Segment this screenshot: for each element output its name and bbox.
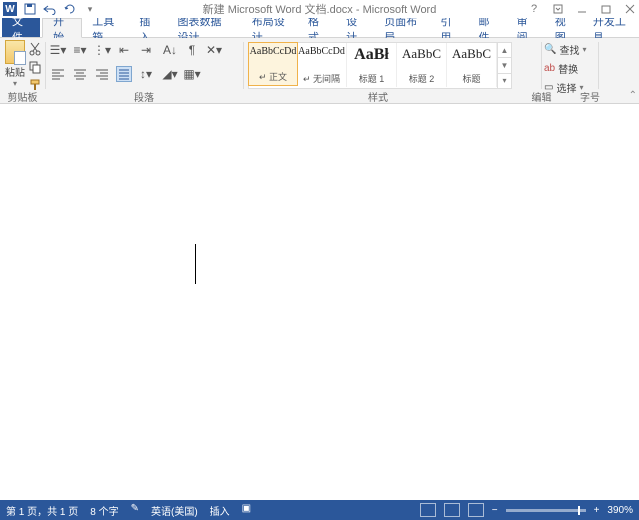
paste-label: 粘贴 [5, 64, 25, 79]
zoom-level[interactable]: 390% [607, 505, 633, 516]
tab-toolbox[interactable]: 工具箱 [82, 18, 129, 37]
asian-layout-icon[interactable]: ✕▾ [206, 42, 222, 58]
tab-design[interactable]: 设计 [336, 18, 374, 37]
align-left-icon[interactable] [50, 66, 66, 82]
paste-button[interactable]: 粘贴 ▾ [2, 40, 28, 89]
spell-check-icon[interactable]: ✎ [131, 503, 139, 518]
redo-icon[interactable] [63, 2, 77, 16]
macro-icon[interactable]: ▣ [242, 503, 251, 518]
multilevel-icon[interactable]: ⋮▾ [94, 42, 110, 58]
borders-icon[interactable]: ▦▾ [184, 66, 200, 82]
sort-icon[interactable]: A↓ [162, 42, 178, 58]
find-icon: 🔍 [544, 44, 556, 55]
increase-indent-icon[interactable]: ⇥ [138, 42, 154, 58]
document-area[interactable] [0, 104, 639, 500]
replace-button[interactable]: ab替换 [544, 59, 596, 78]
style-no-spacing[interactable]: AaBbCcDd ↵ 无间隔 [297, 43, 347, 87]
text-cursor [195, 244, 196, 284]
more-icon: ▾ [498, 73, 511, 88]
tab-chart-design[interactable]: 图表数据设计 [167, 18, 241, 37]
replace-icon: ab [544, 63, 555, 74]
maximize-icon[interactable] [599, 2, 613, 16]
style-gallery-scroll[interactable]: ▲▼▾ [497, 43, 511, 88]
tab-references[interactable]: 引用 [430, 18, 468, 37]
tab-page-layout[interactable]: 页面布局 [374, 18, 430, 37]
close-icon[interactable] [623, 2, 637, 16]
zoom-in-icon[interactable]: + [594, 505, 600, 516]
collapse-ribbon-icon[interactable]: ⌃ [629, 90, 637, 101]
style-gallery: AaBbCcDd ↵ 正文 AaBbCcDd ↵ 无间隔 AaBł 标题 1 A… [248, 42, 512, 89]
page-indicator[interactable]: 第 1 页，共 1 页 [6, 503, 78, 518]
undo-icon[interactable] [43, 2, 57, 16]
tab-view[interactable]: 视图 [545, 18, 583, 37]
editing-group-label: 编辑 [513, 89, 570, 102]
language-indicator[interactable]: 英语(美国) [151, 503, 198, 518]
copy-icon[interactable] [28, 60, 42, 74]
customize-qat-icon[interactable]: ▾ [83, 2, 97, 16]
cut-icon[interactable] [28, 42, 42, 56]
web-layout-icon[interactable] [468, 503, 484, 517]
line-spacing-icon[interactable]: ↕▾ [138, 66, 154, 82]
read-mode-icon[interactable] [420, 503, 436, 517]
print-layout-icon[interactable] [444, 503, 460, 517]
tab-file[interactable]: 文件 [2, 18, 40, 37]
save-icon[interactable] [23, 2, 37, 16]
help-icon[interactable]: ? [527, 2, 541, 16]
zoom-out-icon[interactable]: − [492, 505, 498, 516]
justify-icon[interactable] [116, 66, 132, 82]
bullets-icon[interactable]: ☰▾ [50, 42, 66, 58]
clipboard-group-label: 剪贴板 [0, 89, 45, 102]
tab-mailings[interactable]: 邮件 [469, 18, 507, 37]
zoom-slider[interactable] [506, 509, 586, 512]
title-bar: W ▾ 新建 Microsoft Word 文档.docx - Microsof… [0, 0, 639, 18]
shading-icon[interactable]: ◢▾ [162, 66, 178, 82]
window-title: 新建 Microsoft Word 文档.docx - Microsoft Wo… [203, 1, 437, 17]
word-logo-icon: W [3, 2, 17, 16]
tab-developer[interactable]: 开发工具 [583, 18, 639, 37]
show-marks-icon[interactable]: ¶ [184, 42, 200, 58]
chevron-down-icon: ▼ [498, 57, 511, 72]
word-count[interactable]: 8 个字 [90, 503, 118, 518]
ribbon-options-icon[interactable] [551, 2, 565, 16]
paste-icon [5, 40, 25, 64]
tab-review[interactable]: 审阅 [507, 18, 545, 37]
ribbon-tabs: 文件 开始 工具箱 插入 图表数据设计 布局设计 格式 设计 页面布局 引用 邮… [0, 18, 639, 38]
decrease-indent-icon[interactable]: ⇤ [116, 42, 132, 58]
numbering-icon[interactable]: ≡▾ [72, 42, 88, 58]
tab-home[interactable]: 开始 [42, 18, 82, 38]
font-size-group-label: 字号 [570, 89, 610, 102]
style-normal[interactable]: AaBbCcDd ↵ 正文 [248, 42, 298, 86]
align-right-icon[interactable] [94, 66, 110, 82]
style-title[interactable]: AaBbC 标题 [447, 43, 497, 87]
ribbon: 粘贴 ▾ ☰▾ ≡▾ ⋮▾ ⇤ ⇥ ↕▾ A↓ ¶ ✕▾ [0, 38, 639, 104]
chevron-up-icon: ▲ [498, 43, 511, 57]
tab-format[interactable]: 格式 [298, 18, 336, 37]
status-bar: 第 1 页，共 1 页 8 个字 ✎ 英语(美国) 插入 ▣ − + 390% [0, 500, 639, 520]
find-button[interactable]: 🔍查找▾ [544, 40, 596, 59]
tab-layout-design[interactable]: 布局设计 [242, 18, 298, 37]
align-center-icon[interactable] [72, 66, 88, 82]
style-heading2[interactable]: AaBbC 标题 2 [397, 43, 447, 87]
paragraph-group-label: 段落 [45, 89, 243, 102]
insert-mode[interactable]: 插入 [210, 503, 230, 518]
style-heading1[interactable]: AaBł 标题 1 [347, 43, 397, 87]
styles-group-label: 样式 [243, 89, 513, 102]
tab-insert[interactable]: 插入 [129, 18, 167, 37]
minimize-icon[interactable] [575, 2, 589, 16]
